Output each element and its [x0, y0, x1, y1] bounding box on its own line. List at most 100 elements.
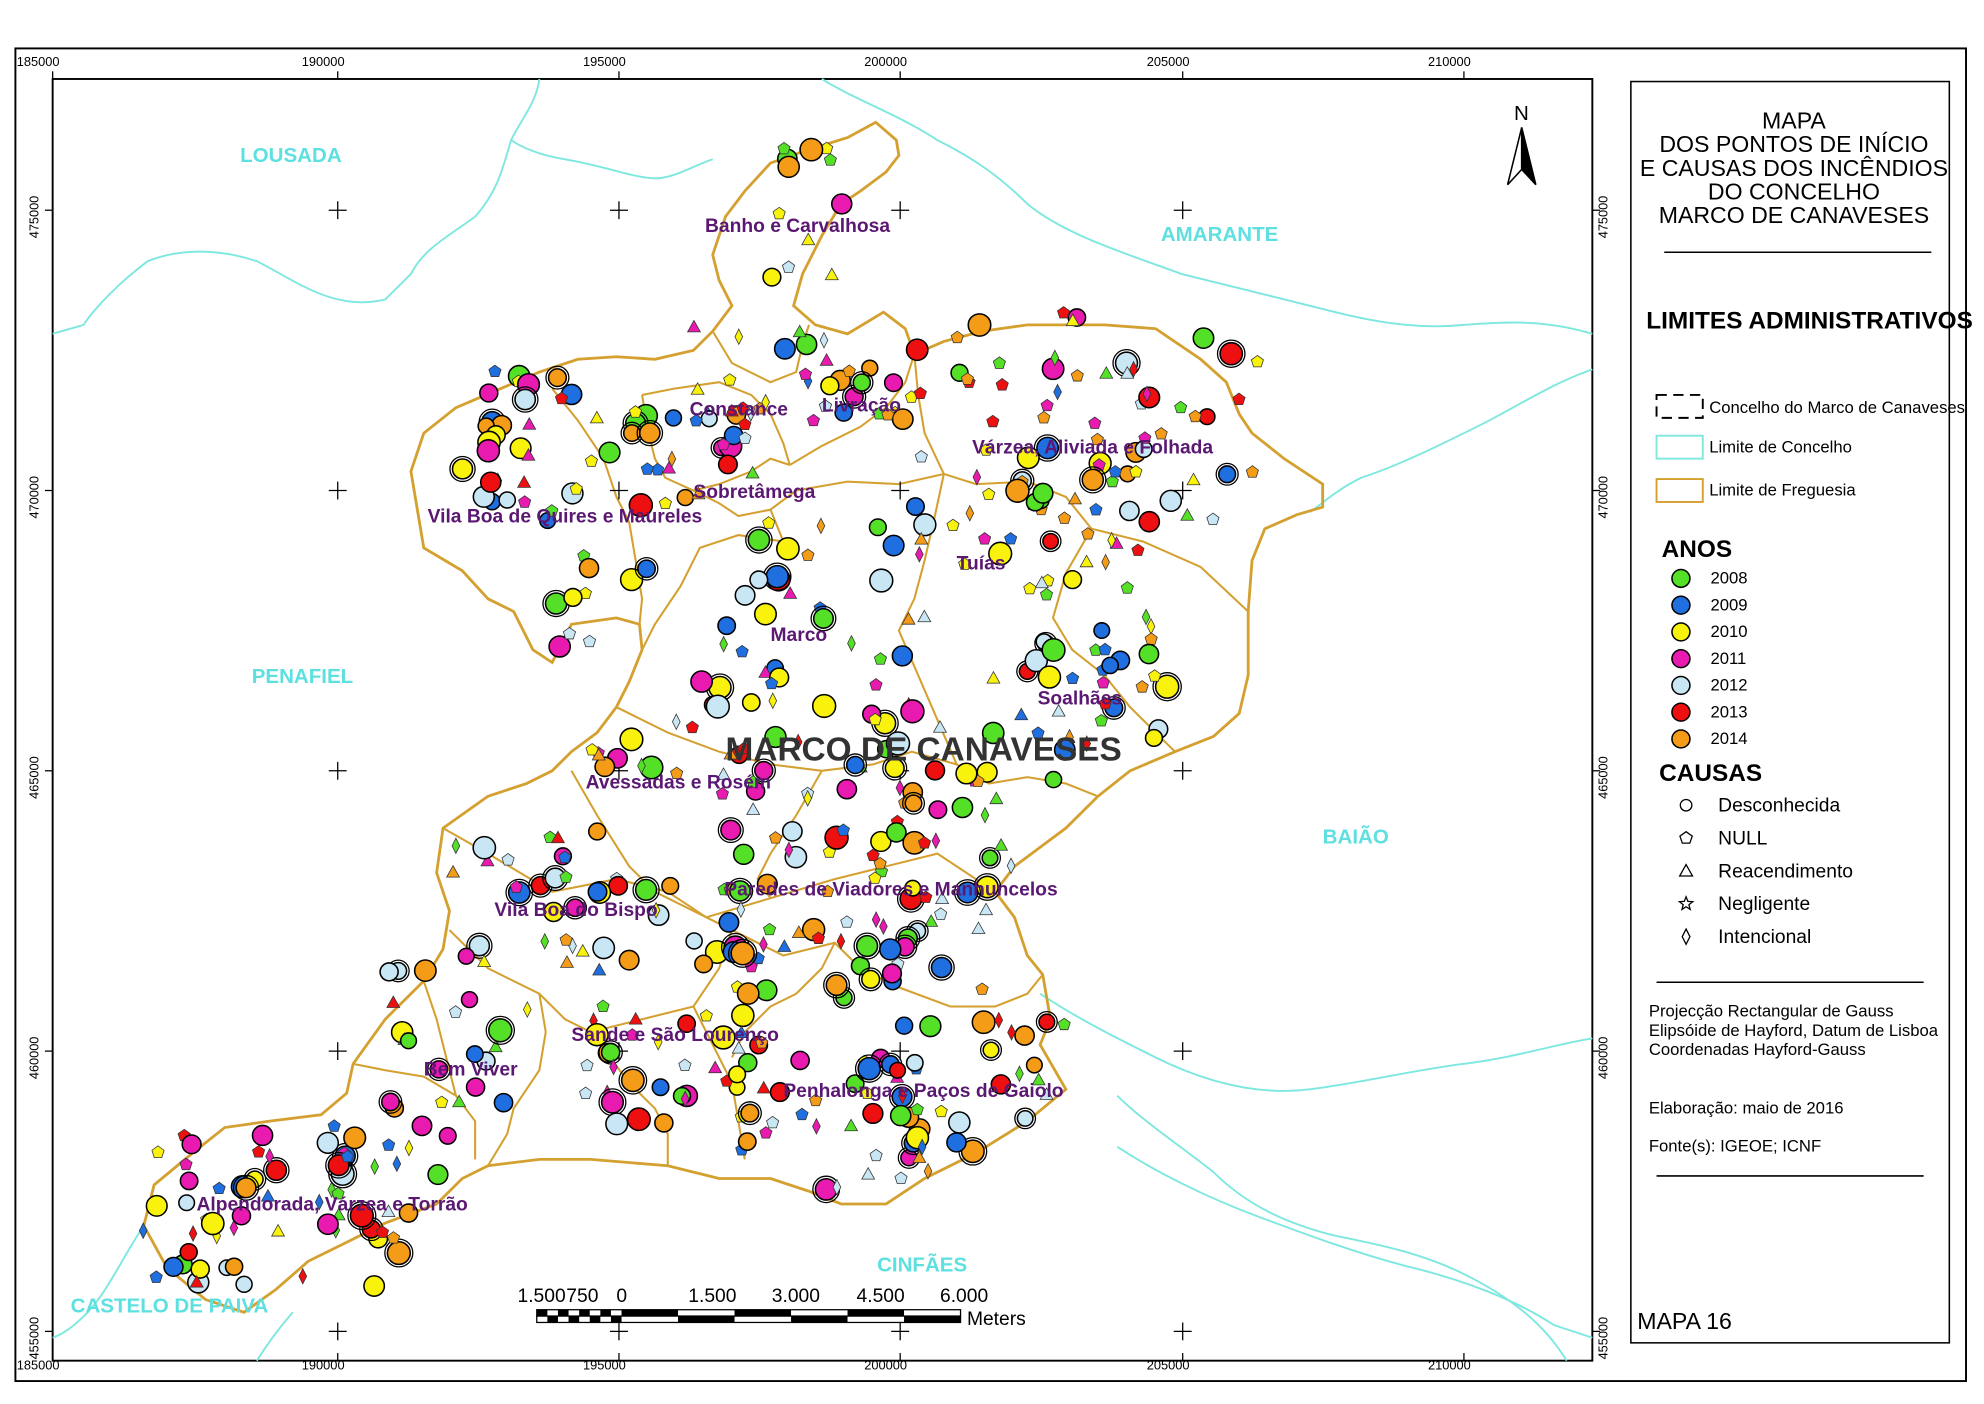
year-swatch-icon — [1671, 568, 1691, 589]
y-tick-label: 455000 — [26, 1317, 41, 1359]
scale-label: 6.000 — [940, 1286, 988, 1307]
fire-point — [795, 333, 818, 356]
fire-point — [825, 974, 848, 997]
fire-point — [1038, 1013, 1056, 1031]
fire-point — [762, 267, 782, 287]
x-tick-label: 210000 — [1428, 54, 1471, 69]
fire-point — [861, 969, 881, 989]
freguesia-label: Bem Viver — [424, 1059, 518, 1080]
fire-point — [1041, 637, 1066, 663]
year-label: 2014 — [1710, 729, 1747, 748]
fire-point — [946, 1132, 967, 1153]
fire-point — [600, 1042, 621, 1063]
freguesia-label: Penhalonga e Paços de Gaiolo — [783, 1081, 1063, 1102]
fire-point — [1138, 510, 1161, 533]
fire-point — [465, 1077, 486, 1097]
fire-point — [145, 1194, 168, 1217]
concelho-label: CASTELO DE PAIVA — [71, 1294, 269, 1317]
fire-point — [730, 941, 755, 966]
scale-label: 4.500 — [857, 1286, 905, 1307]
fire-point — [676, 488, 695, 507]
fire-point — [1144, 728, 1164, 748]
fire-point — [951, 796, 974, 819]
fire-point — [930, 956, 953, 979]
fontes-text: Fonte(s): IGEOE; ICNF — [1649, 1137, 1821, 1156]
fire-point — [651, 1078, 670, 1097]
fire-point — [919, 1015, 942, 1038]
fire-point — [900, 699, 925, 724]
fire-point — [799, 137, 824, 162]
freguesia-label: Constance — [690, 399, 788, 420]
fire-point — [982, 1041, 1000, 1059]
x-tick-label: 195000 — [583, 54, 626, 69]
fire-point — [755, 979, 778, 1002]
fire-point — [179, 1242, 198, 1262]
freguesia-label: Marco — [770, 625, 827, 646]
cause-label: Reacendimento — [1718, 861, 1853, 882]
x-tick-label: 200000 — [864, 54, 907, 69]
fire-point — [904, 794, 923, 813]
north-label: N — [1514, 102, 1529, 125]
year-label: 2008 — [1710, 569, 1747, 588]
cause-label: Intencional — [1718, 927, 1811, 948]
y-tick-label: 475000 — [26, 196, 41, 238]
x-tick-label: 205000 — [1147, 54, 1190, 69]
concelho-label: LOUSADA — [240, 144, 342, 167]
y-tick-label: 470000 — [26, 476, 41, 518]
y-tick-label: 460000 — [26, 1037, 41, 1079]
fire-point — [773, 337, 796, 360]
fire-point — [690, 670, 714, 693]
elaboracao-text: Elaboração: maio de 2016 — [1649, 1099, 1844, 1118]
fire-point — [888, 1061, 907, 1079]
fire-point — [654, 1113, 674, 1133]
fire-point — [1138, 643, 1160, 665]
y-tick-label: 470000 — [1596, 476, 1611, 518]
fire-point — [598, 441, 621, 464]
fire-point — [363, 1275, 386, 1297]
fire-point — [747, 528, 771, 552]
fire-point — [836, 778, 858, 800]
map-layout: 185000 185000 190000 190000 195000 195000 2000… — [0, 0, 1984, 1404]
freguesia-label: Avessadas e Rosém — [586, 773, 771, 794]
scale-label: 1.500 — [688, 1286, 736, 1307]
fire-point — [637, 559, 657, 579]
fire-point — [737, 1132, 757, 1151]
fire-point — [1025, 1056, 1043, 1074]
fire-point — [1005, 478, 1030, 503]
fire-point — [736, 982, 760, 1005]
y-tick-label: 465000 — [1596, 756, 1611, 798]
fire-point — [905, 1053, 924, 1072]
fire-point — [728, 1065, 747, 1084]
fire-point — [626, 1107, 651, 1132]
fire-point — [1037, 665, 1062, 689]
causes-header: CAUSAS — [1659, 760, 1762, 787]
year-label: 2009 — [1710, 595, 1747, 614]
fire-point — [852, 373, 872, 392]
title-line: MARCO DE CANAVESES — [1659, 202, 1929, 228]
fire-point — [163, 1256, 184, 1278]
fire-point — [734, 584, 756, 606]
fire-point — [493, 1092, 514, 1113]
fire-point — [861, 359, 879, 377]
fire-point — [479, 471, 502, 493]
fire-point — [1192, 327, 1215, 349]
fire-point — [948, 1111, 971, 1134]
fire-point — [717, 454, 738, 475]
concelho-label: BAIÃO — [1323, 825, 1389, 848]
fire-point — [1217, 465, 1237, 484]
fire-point — [820, 376, 840, 396]
year-swatch-icon — [1671, 595, 1691, 615]
concelho-label: PENAFIEL — [252, 665, 354, 688]
freguesia-label: Soalhães — [1038, 689, 1123, 710]
x-tick-label: 185000 — [17, 54, 60, 69]
fire-point — [891, 645, 914, 667]
fire-point — [1101, 656, 1120, 675]
year-label: 2012 — [1710, 676, 1747, 695]
fire-point — [885, 822, 907, 843]
fire-point — [1032, 482, 1054, 504]
fire-point — [1044, 770, 1063, 789]
fire-point — [479, 383, 499, 403]
year-swatch-icon — [1671, 622, 1691, 642]
fire-point — [608, 875, 629, 896]
fire-point — [1042, 532, 1060, 550]
